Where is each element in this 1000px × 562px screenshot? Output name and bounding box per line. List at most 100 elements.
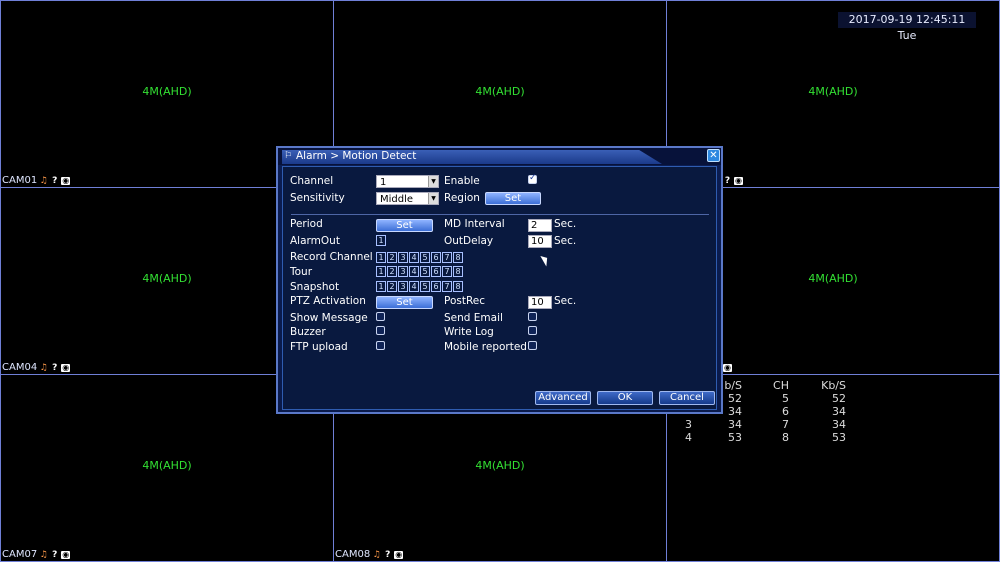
stats-row: 4 53 8 53 [685,431,846,444]
camera-icon: ◉ [734,175,743,185]
md-interval-input[interactable]: 2 [528,219,552,232]
resolution-label: 4M(AHD) [475,459,525,472]
postrec-label: PostRec [444,295,486,307]
record-channel-box[interactable]: 7 [442,252,452,263]
camera-label: ? ◉ [723,175,743,186]
snapshot-channel-box[interactable]: 4 [409,281,419,292]
motion-icon: ♫ [372,549,381,560]
snapshot-channel-box[interactable]: 2 [387,281,397,292]
record-channel-box[interactable]: 1 [376,252,386,263]
enable-checkbox[interactable] [528,173,537,184]
camera-icon: ◉ [723,362,732,372]
tour-channel-box[interactable]: 6 [431,266,441,277]
divider [291,214,709,215]
sensitivity-label: Sensitivity [290,192,345,204]
ptz-activation-label: PTZ Activation [290,295,366,307]
enable-label: Enable [444,175,480,187]
tour-channel-box[interactable]: 4 [409,266,419,277]
question-icon: ? [724,175,731,186]
record-channel-box[interactable]: 3 [398,252,408,263]
ok-button[interactable]: OK [597,391,653,405]
md-interval-label: MD Interval [444,218,505,230]
snapshot-label: Snapshot [290,281,340,293]
snapshot-channel-box[interactable]: 8 [453,281,463,292]
question-icon: ? [52,175,58,186]
period-label: Period [290,218,323,230]
outdelay-input[interactable]: 10 [528,235,552,248]
cancel-button[interactable]: Cancel [659,391,715,405]
ftp-upload-checkbox[interactable] [376,341,385,350]
record-channel-box[interactable]: 8 [453,252,463,263]
record-channel-box[interactable]: 2 [387,252,397,263]
period-set-button[interactable]: Set [376,219,433,232]
channel-select[interactable]: 1 ▼ [376,175,439,188]
camera-name: CAM01 [2,175,38,186]
tour-channel-box[interactable]: 1 [376,266,386,277]
camera-icon: ◉ [61,549,71,559]
camera-name: CAM04 [2,362,38,373]
show-message-label: Show Message [290,312,368,324]
tour-channel-box[interactable]: 2 [387,266,397,277]
camera-label: CAM01 ♫ ? ◉ [2,175,71,186]
ftp-upload-label: FTP upload [290,341,348,353]
channel-label: Channel [290,175,334,187]
motion-icon: ♫ [39,549,48,560]
tour-channel-box[interactable]: 7 [442,266,452,277]
alarmout-label: AlarmOut [290,235,340,247]
camera-icon: ◉ [61,175,71,185]
motion-icon: ♫ [39,175,48,186]
outdelay-label: OutDelay [444,235,494,247]
tour-channel-box[interactable]: 8 [453,266,463,277]
motion-detect-dialog: ⚐ Alarm > Motion Detect ✕ Channel 1 ▼ En… [276,146,723,414]
mobile-reported-label: Mobile reported [444,341,527,353]
postrec-unit: Sec. [554,295,577,307]
postrec-input[interactable]: 10 [528,296,552,309]
dialog-body: Channel 1 ▼ Enable Sensitivity Middle ▼ … [282,166,717,410]
chevron-down-icon: ▼ [428,193,438,204]
snapshot-channel-box[interactable]: 7 [442,281,452,292]
snapshot-channel-box[interactable]: 1 [376,281,386,292]
camera-label: ◉ [723,362,732,373]
question-icon: ? [52,549,58,560]
md-interval-unit: Sec. [554,218,577,230]
show-message-checkbox[interactable] [376,312,385,321]
snapshot-channel-box[interactable]: 6 [431,281,441,292]
camera-label: CAM07 ♫ ? ◉ [2,549,71,560]
region-label: Region [444,192,480,204]
camera-name: CAM08 [335,549,371,560]
close-icon[interactable]: ✕ [707,149,720,162]
snapshot-channel-box[interactable]: 5 [420,281,430,292]
record-channel-box[interactable]: 6 [431,252,441,263]
dialog-title: Alarm > Motion Detect [296,150,417,162]
record-channel-box[interactable]: 4 [409,252,419,263]
camera-name: CAM07 [2,549,38,560]
send-email-label: Send Email [444,312,503,324]
dialog-titlebar[interactable]: ⚐ Alarm > Motion Detect ✕ [278,148,721,165]
buzzer-label: Buzzer [290,326,326,338]
write-log-checkbox[interactable] [528,326,537,335]
alarmout-channel-1[interactable]: 1 [376,235,386,246]
region-set-button[interactable]: Set [485,192,541,205]
send-email-checkbox[interactable] [528,312,537,321]
snapshot-channel-box[interactable]: 3 [398,281,408,292]
stats-row: 3 34 7 34 [685,418,846,431]
record-channel-box[interactable]: 5 [420,252,430,263]
snapshot-channels: 1 2 3 4 5 6 7 8 [376,281,463,292]
mobile-reported-checkbox[interactable] [528,341,537,350]
ptz-set-button[interactable]: Set [376,296,433,309]
chevron-down-icon: ▼ [428,176,438,187]
resolution-label: 4M(AHD) [475,85,525,98]
sensitivity-select[interactable]: Middle ▼ [376,192,439,205]
resolution-label: 4M(AHD) [142,459,192,472]
question-icon: ? [52,362,58,373]
alarmout-channels: 1 [376,235,386,246]
buzzer-checkbox[interactable] [376,326,385,335]
tour-channel-box[interactable]: 3 [398,266,408,277]
tour-label: Tour [290,266,313,278]
outdelay-unit: Sec. [554,235,577,247]
advanced-button[interactable]: Advanced [535,391,591,405]
resolution-label: 4M(AHD) [142,85,192,98]
tour-channel-box[interactable]: 5 [420,266,430,277]
question-icon: ? [385,549,391,560]
resolution-label: 4M(AHD) [808,85,858,98]
